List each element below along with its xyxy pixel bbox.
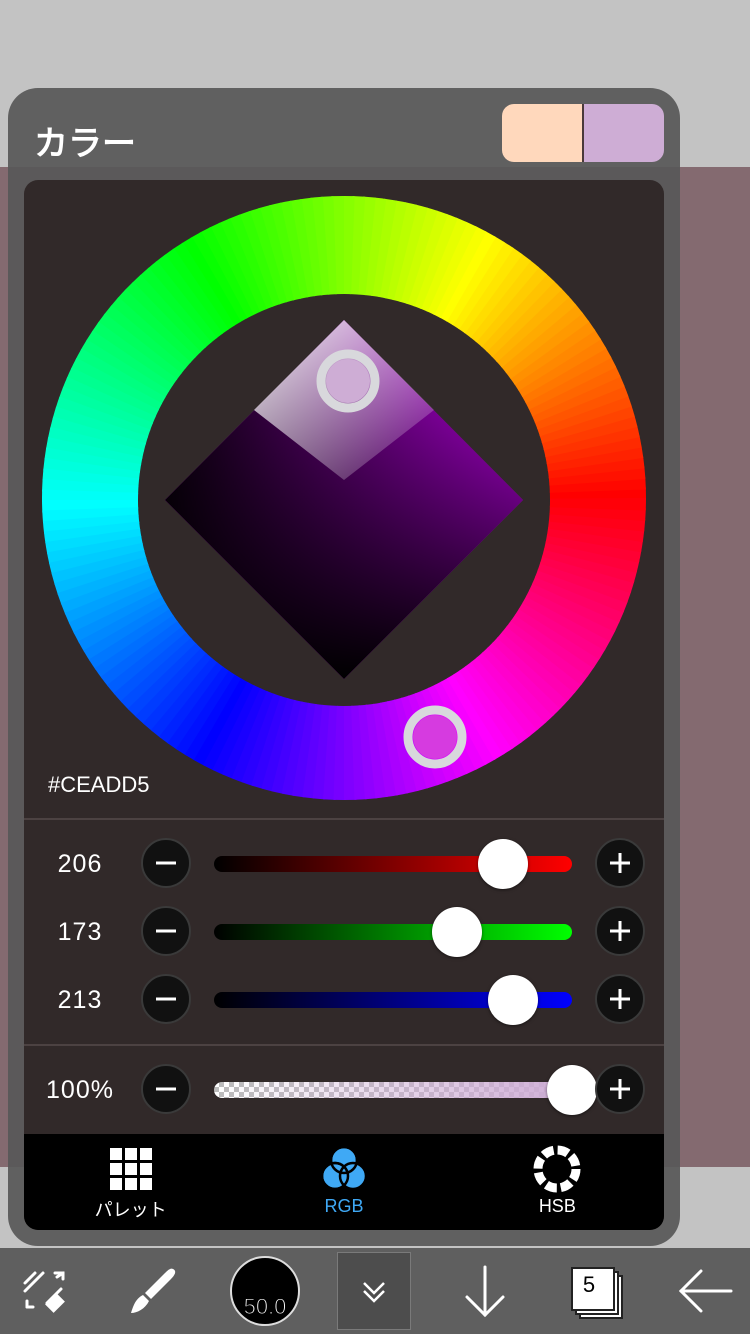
layer-count: 5 <box>582 1272 596 1297</box>
color-mode-tabbar: パレット RGB HSB <box>24 1134 664 1230</box>
back-button[interactable] <box>670 1248 740 1334</box>
menu-button[interactable] <box>337 1248 411 1334</box>
blue-increase-button[interactable] <box>595 974 645 1024</box>
opacity-value: 100% <box>46 1076 114 1104</box>
opacity-increase-button[interactable] <box>595 1064 645 1114</box>
divider <box>24 1044 664 1046</box>
hue-marker[interactable] <box>413 715 457 759</box>
blue-slider-thumb[interactable] <box>487 975 538 1025</box>
tab-label: パレット <box>94 1200 167 1220</box>
opacity-slider-track[interactable] <box>214 1082 572 1098</box>
secondary-color-swatch[interactable] <box>584 104 664 162</box>
tab-hsb[interactable]: HSB <box>451 1134 664 1230</box>
brush-size-value: 50.0 <box>243 1294 287 1320</box>
color-picker-body: #CEADD5 206 173 213 100% パレット RGB HSB <box>24 180 664 1230</box>
tab-label: RGB <box>324 1196 364 1216</box>
opacity-decrease-button[interactable] <box>141 1064 191 1114</box>
opacity-slider-row: 100% <box>24 1062 664 1118</box>
panel-title: カラー <box>34 124 136 164</box>
minus-icon <box>156 929 176 933</box>
red-slider-row: 206 <box>24 836 664 892</box>
download-button[interactable] <box>450 1248 520 1334</box>
red-slider-thumb[interactable] <box>478 839 529 889</box>
plus-icon <box>610 921 630 941</box>
plus-icon <box>610 1079 630 1099</box>
green-slider-row: 173 <box>24 904 664 960</box>
menu-chevron-icon <box>363 1282 385 1303</box>
primary-color-swatch[interactable] <box>502 104 582 162</box>
back-arrow-icon <box>678 1269 733 1313</box>
minus-icon <box>156 861 176 865</box>
brush-size-icon: 50.0 <box>230 1256 300 1326</box>
blue-slider-row: 213 <box>24 972 664 1028</box>
green-decrease-button[interactable] <box>141 906 191 956</box>
minus-icon <box>156 1087 176 1091</box>
tab-rgb[interactable]: RGB <box>237 1134 450 1230</box>
bottom-toolbar: 50.0 <box>0 1248 750 1334</box>
color-panel: カラー #CEADD5 206 173 213 100% パレット RGB HS… <box>8 88 680 1246</box>
green-slider-track[interactable] <box>214 924 572 940</box>
opacity-slider-thumb[interactable] <box>547 1065 597 1115</box>
arrow-down-icon <box>465 1265 505 1318</box>
green-value: 173 <box>57 918 103 946</box>
transform-tool-icon <box>23 1271 65 1313</box>
divider <box>24 818 664 820</box>
brush-tool-button[interactable] <box>118 1248 188 1334</box>
tab-palette[interactable]: パレット <box>24 1134 237 1230</box>
brush-size-button[interactable]: 50.0 <box>228 1248 302 1334</box>
color-wheel[interactable] <box>24 180 664 820</box>
brush-icon <box>131 1268 176 1313</box>
red-value: 206 <box>57 850 103 878</box>
hsb-ring-icon <box>533 1145 581 1193</box>
color-swatches[interactable] <box>502 104 664 162</box>
transform-tool-button[interactable] <box>10 1248 80 1334</box>
red-increase-button[interactable] <box>595 838 645 888</box>
tab-label: HSB <box>538 1196 576 1216</box>
plus-icon <box>610 989 630 1009</box>
rgb-circles-icon <box>320 1145 368 1191</box>
red-decrease-button[interactable] <box>141 838 191 888</box>
palette-grid-icon <box>109 1148 152 1190</box>
plus-icon <box>610 853 630 873</box>
green-increase-button[interactable] <box>595 906 645 956</box>
minus-icon <box>156 997 176 1001</box>
blue-decrease-button[interactable] <box>141 974 191 1024</box>
sv-marker[interactable] <box>326 359 370 403</box>
green-slider-thumb[interactable] <box>431 907 482 957</box>
hex-color-label: #CEADD5 <box>48 772 150 797</box>
blue-value: 213 <box>57 986 103 1014</box>
